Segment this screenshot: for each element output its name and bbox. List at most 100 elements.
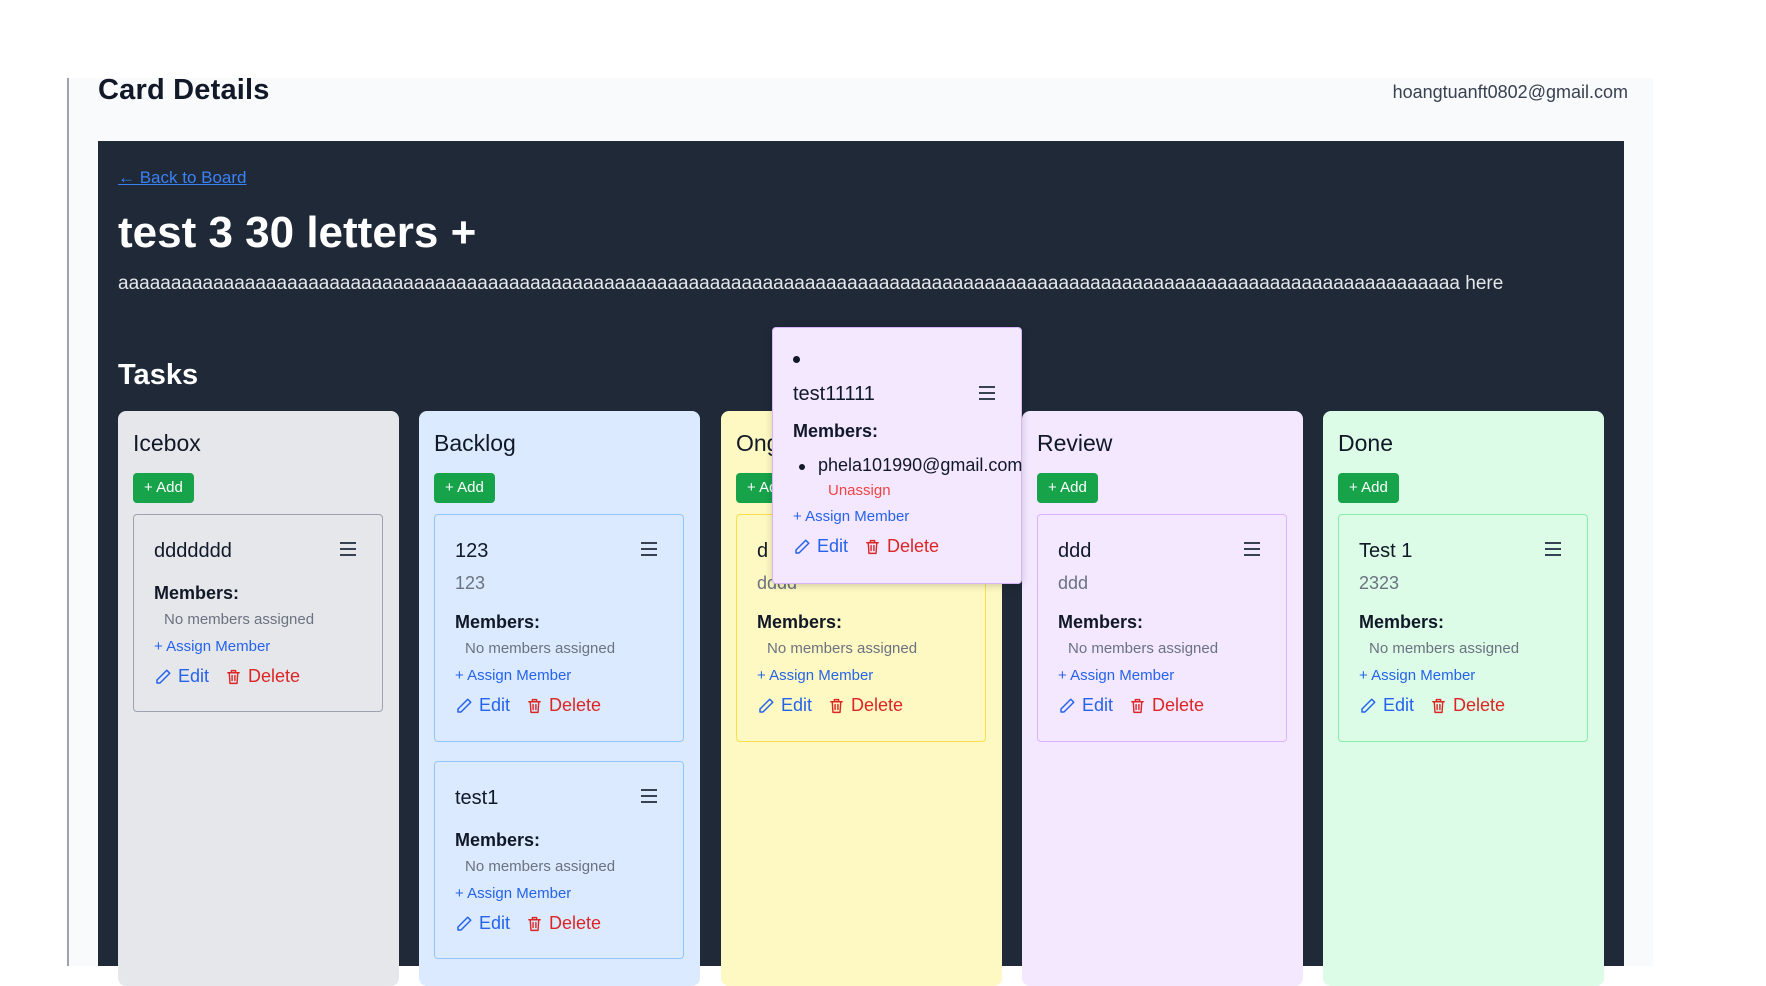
add-task-button[interactable]: + Add: [1338, 473, 1399, 503]
edit-label: Edit: [178, 666, 210, 686]
task-name: ddd: [1058, 540, 1092, 562]
members-label: Members:: [1058, 612, 1144, 632]
delete-label: Delete: [1152, 695, 1205, 715]
trash-icon: [528, 698, 541, 713]
edit-label: Edit: [817, 536, 849, 556]
task-name: 123: [455, 540, 489, 562]
members-label: Members:: [455, 612, 541, 632]
card-title: test 3 30 letters +: [118, 208, 477, 257]
drag-handle-icon[interactable]: [1545, 542, 1561, 556]
members-label: Members:: [793, 421, 879, 441]
page-title: Card Details: [98, 74, 270, 106]
task-card[interactable]: ddddddd Members: No members assigned + A…: [133, 514, 383, 712]
pencil-icon: [457, 916, 472, 931]
card-actions: Edit Delete: [757, 695, 903, 716]
delete-button[interactable]: Delete: [1430, 695, 1505, 716]
task-description: 2323: [1359, 573, 1400, 593]
column-title: Icebox: [133, 430, 201, 456]
delete-button[interactable]: Delete: [828, 695, 903, 716]
edit-button[interactable]: Edit: [1359, 695, 1414, 716]
delete-button[interactable]: Delete: [526, 695, 601, 716]
back-to-board-link[interactable]: ← Back to Board: [118, 168, 247, 188]
delete-label: Delete: [1453, 695, 1506, 715]
task-name: Test 1: [1359, 540, 1413, 562]
edit-button[interactable]: Edit: [1058, 695, 1113, 716]
column-title: Done: [1338, 430, 1393, 456]
card-description: aaaaaaaaaaaaaaaaaaaaaaaaaaaaaaaaaaaaaaaa…: [118, 273, 1504, 294]
task-name: test11111: [793, 383, 875, 405]
pencil-icon: [759, 698, 774, 713]
no-members-text: No members assigned: [767, 640, 918, 657]
delete-label: Delete: [851, 695, 904, 715]
delete-button[interactable]: Delete: [864, 536, 939, 557]
drag-handle-icon[interactable]: [1244, 542, 1260, 556]
task-name: d: [757, 540, 769, 562]
assign-member-link[interactable]: + Assign Member: [455, 667, 571, 684]
task-card[interactable]: ddd ddd Members: No members assigned + A…: [1037, 514, 1287, 742]
unassign-link[interactable]: Unassign: [828, 482, 891, 499]
drag-handle-icon[interactable]: [979, 386, 995, 400]
no-members-text: No members assigned: [1369, 640, 1520, 657]
assign-member-link[interactable]: + Assign Member: [793, 508, 909, 525]
delete-label: Delete: [887, 536, 940, 556]
trash-icon: [830, 698, 843, 713]
member-email: phela101990@gmail.com: [818, 455, 1023, 475]
edit-label: Edit: [1383, 695, 1415, 715]
members-label: Members:: [154, 583, 240, 603]
edit-button[interactable]: Edit: [154, 666, 209, 687]
drag-handle-icon[interactable]: [641, 542, 657, 556]
edit-label: Edit: [479, 695, 511, 715]
bullet-marker: [793, 356, 800, 363]
edit-button[interactable]: Edit: [455, 695, 510, 716]
pencil-icon: [1361, 698, 1376, 713]
add-task-button[interactable]: + Add: [434, 473, 495, 503]
task-card[interactable]: test1 Members: No members assigned + Ass…: [434, 761, 684, 959]
members-label: Members:: [1359, 612, 1445, 632]
trash-icon: [866, 539, 879, 554]
pencil-icon: [156, 669, 171, 684]
delete-label: Delete: [549, 695, 602, 715]
column-review: Review + Add ddd ddd Members: No members…: [1022, 411, 1303, 986]
assign-member-link[interactable]: + Assign Member: [455, 885, 571, 902]
assign-member-link[interactable]: + Assign Member: [1359, 667, 1475, 684]
members-label: Members:: [757, 612, 843, 632]
card-actions: Edit Delete: [793, 536, 939, 557]
card-actions: Edit Delete: [455, 913, 601, 934]
no-members-text: No members assigned: [465, 640, 616, 657]
card-actions: Edit Delete: [154, 666, 300, 687]
add-task-button[interactable]: + Add: [1037, 473, 1098, 503]
edit-button[interactable]: Edit: [757, 695, 812, 716]
no-members-text: No members assigned: [465, 858, 616, 875]
pencil-icon: [795, 539, 810, 554]
column-icebox: Icebox + Add ddddddd Members: No members…: [118, 411, 399, 986]
drag-handle-icon[interactable]: [340, 542, 356, 556]
trash-icon: [1432, 698, 1445, 713]
no-members-text: No members assigned: [1068, 640, 1219, 657]
card-actions: Edit Delete: [1058, 695, 1204, 716]
delete-button[interactable]: Delete: [1129, 695, 1204, 716]
assign-member-link[interactable]: + Assign Member: [154, 638, 270, 655]
edit-button[interactable]: Edit: [455, 913, 510, 934]
tasks-heading: Tasks: [118, 359, 199, 391]
delete-button[interactable]: Delete: [526, 913, 601, 934]
card-actions: Edit Delete: [455, 695, 601, 716]
task-card[interactable]: 123 123 Members: No members assigned + A…: [434, 514, 684, 742]
trash-icon: [528, 916, 541, 931]
edit-button[interactable]: Edit: [793, 536, 848, 557]
assign-member-link[interactable]: + Assign Member: [757, 667, 873, 684]
column-title: Backlog: [434, 430, 516, 456]
task-description: 123: [455, 573, 486, 593]
add-task-button[interactable]: + Add: [133, 473, 194, 503]
task-card[interactable]: Test 1 2323 Members: No members assigned…: [1338, 514, 1588, 742]
dragged-task-card[interactable]: test11111 Members: phela101990@gmail.com…: [772, 327, 1022, 584]
members-label: Members:: [455, 830, 541, 850]
pencil-icon: [457, 698, 472, 713]
drag-handle-icon[interactable]: [641, 789, 657, 803]
delete-button[interactable]: Delete: [225, 666, 300, 687]
edit-label: Edit: [1082, 695, 1114, 715]
delete-label: Delete: [248, 666, 301, 686]
column-done: Done + Add Test 1 2323 Members: No membe…: [1323, 411, 1604, 986]
assign-member-link[interactable]: + Assign Member: [1058, 667, 1174, 684]
task-description: ddd: [1058, 573, 1089, 593]
task-name: test1: [455, 787, 499, 809]
